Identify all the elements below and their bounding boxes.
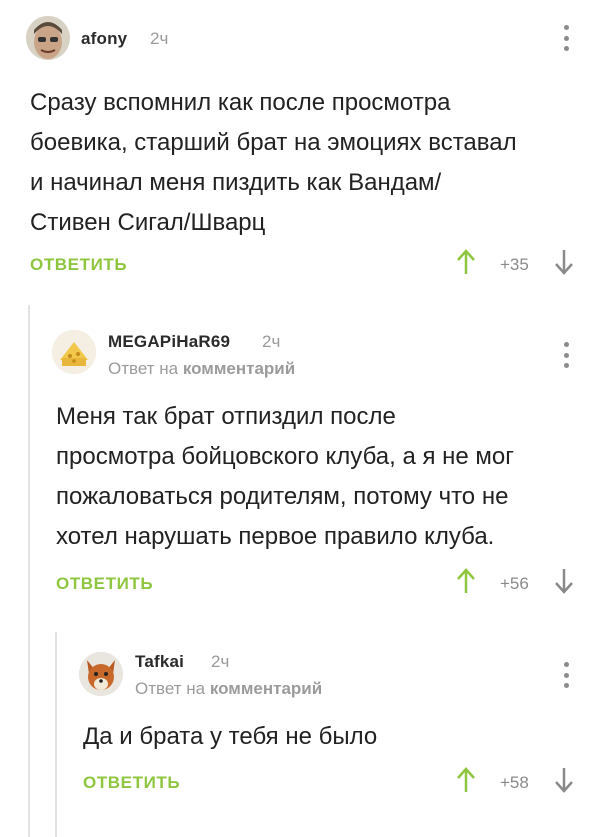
avatar[interactable] [26,16,70,60]
username[interactable]: MEGAPiHaR69 [108,332,230,352]
comment-text-line: хотел нарушать первое правило клуба. [56,523,495,550]
comment-text-line: Меня так брат отпиздил после [56,403,396,430]
comment-2: MEGAPiHaR69 2ч Ответ на комментарий Меня… [0,300,600,620]
avatar[interactable] [52,330,96,374]
timestamp: 2ч [150,29,169,48]
comment-text-line: боевика, старший брат на эмоциях вставал [30,129,517,156]
timestamp: 2ч [262,332,281,351]
reply-to-link[interactable]: комментарий [210,679,322,698]
username[interactable]: Tafkai [135,652,184,672]
arrow-down-icon[interactable] [553,567,575,595]
comment-text: Да и брата у тебя не было [83,717,377,757]
reply-to-prefix: Ответ на [135,679,206,698]
reply-button[interactable]: ОТВЕТИТЬ [30,255,127,275]
avatar-megapihar-image [52,330,96,374]
comment-text-line: Сразу вспомнил как после просмотра [30,89,451,116]
vote-count: +35 [500,255,529,274]
comment-1: afony 2ч Сразу вспомнил как после просмо… [0,0,600,300]
vote-count: +58 [500,773,529,792]
avatar-afony-image [26,16,70,60]
comment-text: Меня так брат отпиздил после просмотра б… [56,397,514,557]
avatar-tafkai-image [79,652,123,696]
arrow-up-icon[interactable] [455,248,477,276]
timestamp: 2ч [211,652,230,671]
menu-dots-icon[interactable] [561,25,571,51]
arrow-down-icon[interactable] [553,766,575,794]
comment-text: Сразу вспомнил как после просмотра боеви… [30,83,517,243]
arrow-down-icon[interactable] [553,248,575,276]
comment-text-line: просмотра бойцовского клуба, а я не мог [56,443,515,470]
reply-button[interactable]: ОТВЕТИТЬ [83,773,180,793]
reply-to-info[interactable]: Ответ на комментарий [108,359,295,379]
reply-to-prefix: Ответ на [108,359,179,378]
vote-count: +56 [500,574,529,593]
arrow-up-icon[interactable] [455,766,477,794]
menu-dots-icon[interactable] [561,662,571,688]
reply-button[interactable]: ОТВЕТИТЬ [56,574,153,594]
reply-to-info[interactable]: Ответ на комментарий [135,679,322,699]
comment-3: Tafkai 2ч Ответ на комментарий Да и брат… [0,620,600,837]
arrow-up-icon[interactable] [455,567,477,595]
comment-text-line: Да и брата у тебя не было [83,723,378,750]
avatar[interactable] [79,652,123,696]
menu-dots-icon[interactable] [561,342,571,368]
reply-to-link[interactable]: комментарий [183,359,295,378]
comment-text-line: пожаловаться родителям, потому что не [56,483,509,510]
comment-text-line: и начинал меня пиздить как Вандам/ [30,169,442,196]
comment-text-line: Стивен Сигал/Шварц [30,209,266,236]
username[interactable]: afony [81,29,127,49]
